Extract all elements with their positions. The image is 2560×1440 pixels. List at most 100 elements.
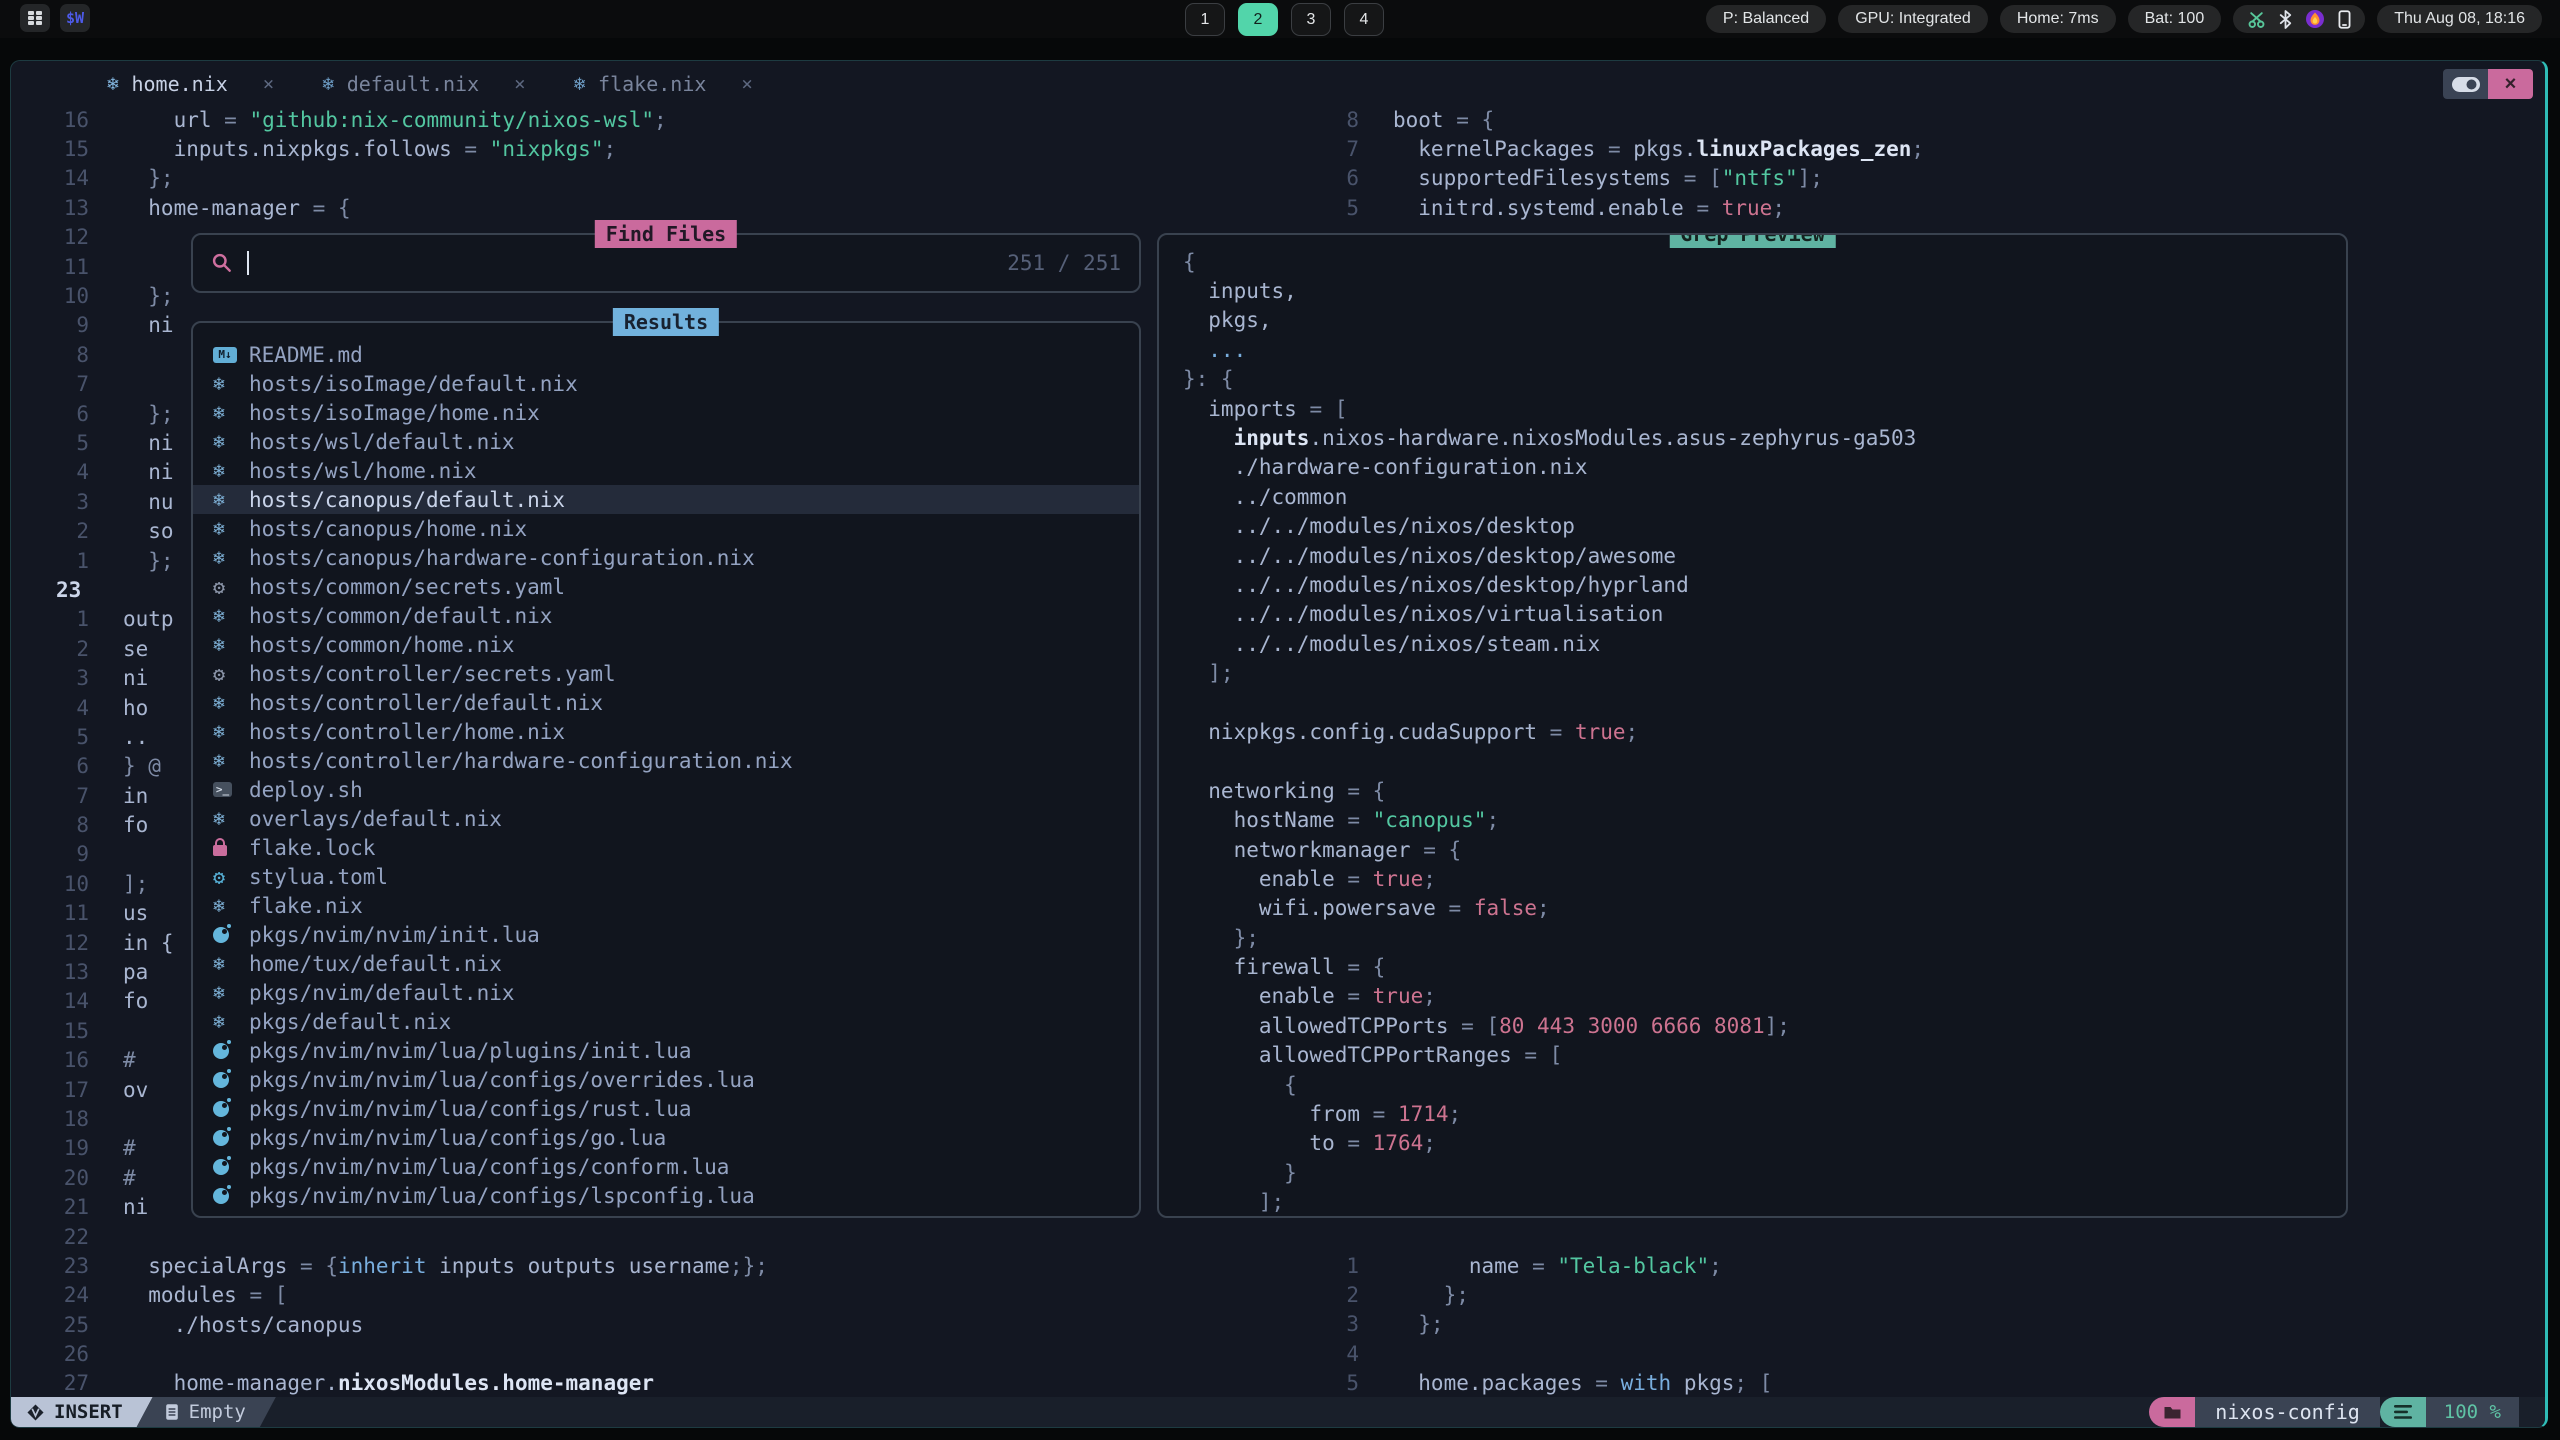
wifi-icon[interactable] (2247, 10, 2266, 29)
theme-toggle-button[interactable] (2443, 69, 2488, 99)
preview-line: allowedTCPPortRanges = [ (1183, 1041, 2346, 1070)
grep-preview-title: Grep Preview (1669, 233, 1836, 248)
lines-icon (2394, 1405, 2412, 1419)
nix-file-icon: ❄ (213, 373, 249, 395)
workspace-button-3[interactable]: 3 (1291, 3, 1331, 36)
preview-line: enable = true; (1183, 864, 2346, 893)
line-number: 24 (11, 1283, 101, 1307)
result-item[interactable]: ❄hosts/wsl/home.nix (193, 456, 1139, 485)
window-close-button[interactable]: × (2488, 69, 2533, 99)
tab-close-icon[interactable]: × (514, 73, 525, 95)
result-label: hosts/canopus/default.nix (249, 488, 565, 512)
result-item[interactable]: ⚙hosts/common/secrets.yaml (193, 572, 1139, 601)
line-number: 12 (11, 225, 101, 249)
line-number: 22 (11, 1225, 101, 1249)
result-label: flake.nix (249, 894, 363, 918)
tab-close-icon[interactable]: × (741, 73, 752, 95)
editor-line: 22 (11, 1222, 1301, 1251)
result-item[interactable]: >_deploy.sh (193, 775, 1139, 804)
result-item[interactable]: M↓README.md (193, 340, 1139, 369)
line-number: 1 (11, 549, 101, 573)
result-item[interactable]: pkgs/nvim/nvim/init.lua (193, 920, 1139, 949)
preview-line: }; (1183, 923, 2346, 952)
result-item[interactable]: ❄hosts/isoImage/home.nix (193, 398, 1139, 427)
apps-grid-icon[interactable] (20, 4, 50, 32)
result-item[interactable]: ❄hosts/controller/default.nix (193, 688, 1139, 717)
editor-line: 5 home.packages = with pkgs; [ (1301, 1369, 2541, 1398)
result-label: pkgs/nvim/nvim/lua/configs/overrides.lua (249, 1068, 755, 1092)
result-item[interactable]: ❄hosts/wsl/default.nix (193, 427, 1139, 456)
preview-line: to = 1764; (1183, 1129, 2346, 1158)
line-number: 6 (1301, 166, 1371, 190)
result-item[interactable]: ❄hosts/canopus/hardware-configuration.ni… (193, 543, 1139, 572)
result-item[interactable]: ❄pkgs/default.nix (193, 1007, 1139, 1036)
result-item[interactable]: pkgs/nvim/nvim/lua/configs/lspconfig.lua (193, 1181, 1139, 1210)
result-item[interactable]: ❄hosts/controller/home.nix (193, 717, 1139, 746)
editor-line: 15 inputs.nixpkgs.follows = "nixpkgs"; (11, 134, 1301, 163)
folder-segment (2149, 1397, 2195, 1427)
editor-line: 14 }; (11, 164, 1301, 193)
result-item[interactable]: pkgs/nvim/nvim/lua/configs/rust.lua (193, 1094, 1139, 1123)
mode-segment: INSERT (11, 1397, 153, 1427)
right-editor-pane-top[interactable]: 8boot = {7 kernelPackages = pkgs.linuxPa… (1301, 105, 2541, 223)
result-item[interactable]: pkgs/nvim/nvim/lua/configs/conform.lua (193, 1152, 1139, 1181)
tab-default.nix[interactable]: ❄default.nix× (304, 61, 555, 107)
nix-snowflake-icon: ❄ (322, 73, 333, 95)
editor-line: 4 (1301, 1339, 2541, 1368)
preview-line: imports = [ (1183, 394, 2346, 423)
result-item[interactable]: ❄hosts/controller/hardware-configuration… (193, 746, 1139, 775)
status-pill: P: Balanced (1706, 5, 1826, 33)
line-number: 15 (11, 1019, 101, 1043)
line-number: 5 (11, 431, 101, 455)
result-item[interactable]: pkgs/nvim/nvim/lua/configs/go.lua (193, 1123, 1139, 1152)
result-item[interactable]: ❄pkgs/nvim/default.nix (193, 978, 1139, 1007)
workspace-switcher: 1234 (1185, 3, 1384, 36)
scroll-percentage: 100 % (2426, 1397, 2519, 1427)
line-number: 6 (11, 402, 101, 426)
preview-line (1183, 688, 2346, 717)
workspace-button-2[interactable]: 2 (1238, 3, 1278, 36)
lua-file-icon (213, 1188, 249, 1204)
nix-file-icon: ❄ (213, 605, 249, 627)
workspace-button-1[interactable]: 1 (1185, 3, 1225, 36)
preview-line: ../../modules/nixos/desktop/awesome (1183, 541, 2346, 570)
clock: Thu Aug 08, 18:16 (2377, 5, 2542, 33)
result-item[interactable]: pkgs/nvim/nvim/lua/plugins/init.lua (193, 1036, 1139, 1065)
preview-line: networking = { (1183, 776, 2346, 805)
result-item[interactable]: ❄home/tux/default.nix (193, 949, 1139, 978)
bluetooth-icon[interactable] (2279, 10, 2292, 29)
terminal-logo[interactable]: $W (60, 4, 90, 32)
result-item[interactable]: ❄hosts/common/home.nix (193, 630, 1139, 659)
tab-flake.nix[interactable]: ❄flake.nix× (556, 61, 783, 107)
nix-file-icon: ❄ (213, 402, 249, 424)
editor-line: 16 url = "github:nix-community/nixos-wsl… (11, 105, 1301, 134)
line-number: 6 (11, 754, 101, 778)
phone-icon[interactable] (2338, 10, 2351, 29)
find-files-title: Find Files (595, 220, 737, 248)
lock-file-icon (213, 839, 249, 856)
result-item[interactable]: ❄overlays/default.nix (193, 804, 1139, 833)
right-editor-pane-bottom[interactable]: 1 name = "Tela-black";2 };3 };45 home.pa… (1301, 1251, 2541, 1398)
tab-close-icon[interactable]: × (263, 73, 274, 95)
result-item[interactable]: ❄hosts/common/default.nix (193, 601, 1139, 630)
tab-home.nix[interactable]: ❄home.nix× (89, 61, 304, 107)
vpn-flame-icon[interactable] (2305, 9, 2325, 29)
lua-file-icon (213, 1043, 249, 1059)
result-item[interactable]: ❄flake.nix (193, 891, 1139, 920)
result-item[interactable]: ❄hosts/canopus/default.nix (193, 485, 1139, 514)
find-files-prompt[interactable]: Find Files 251 / 251 (191, 233, 1141, 293)
result-item[interactable]: ❄hosts/isoImage/default.nix (193, 369, 1139, 398)
line-number: 3 (11, 490, 101, 514)
result-item[interactable]: flake.lock (193, 833, 1139, 862)
result-item[interactable]: ⚙stylua.toml (193, 862, 1139, 891)
preview-line: ./hardware-configuration.nix (1183, 453, 2346, 482)
result-item[interactable]: ⚙hosts/controller/secrets.yaml (193, 659, 1139, 688)
result-item[interactable]: ❄hosts/canopus/home.nix (193, 514, 1139, 543)
editor-line: 25 ./hosts/canopus (11, 1310, 1301, 1339)
workspace-button-4[interactable]: 4 (1344, 3, 1384, 36)
project-name: nixos-config (2195, 1397, 2380, 1427)
result-item[interactable]: pkgs/nvim/nvim/lua/configs/overrides.lua (193, 1065, 1139, 1094)
preview-line: ]; (1183, 658, 2346, 687)
editor-line: 6 supportedFilesystems = ["ntfs"]; (1301, 164, 2541, 193)
preview-line: wifi.powersave = false; (1183, 894, 2346, 923)
